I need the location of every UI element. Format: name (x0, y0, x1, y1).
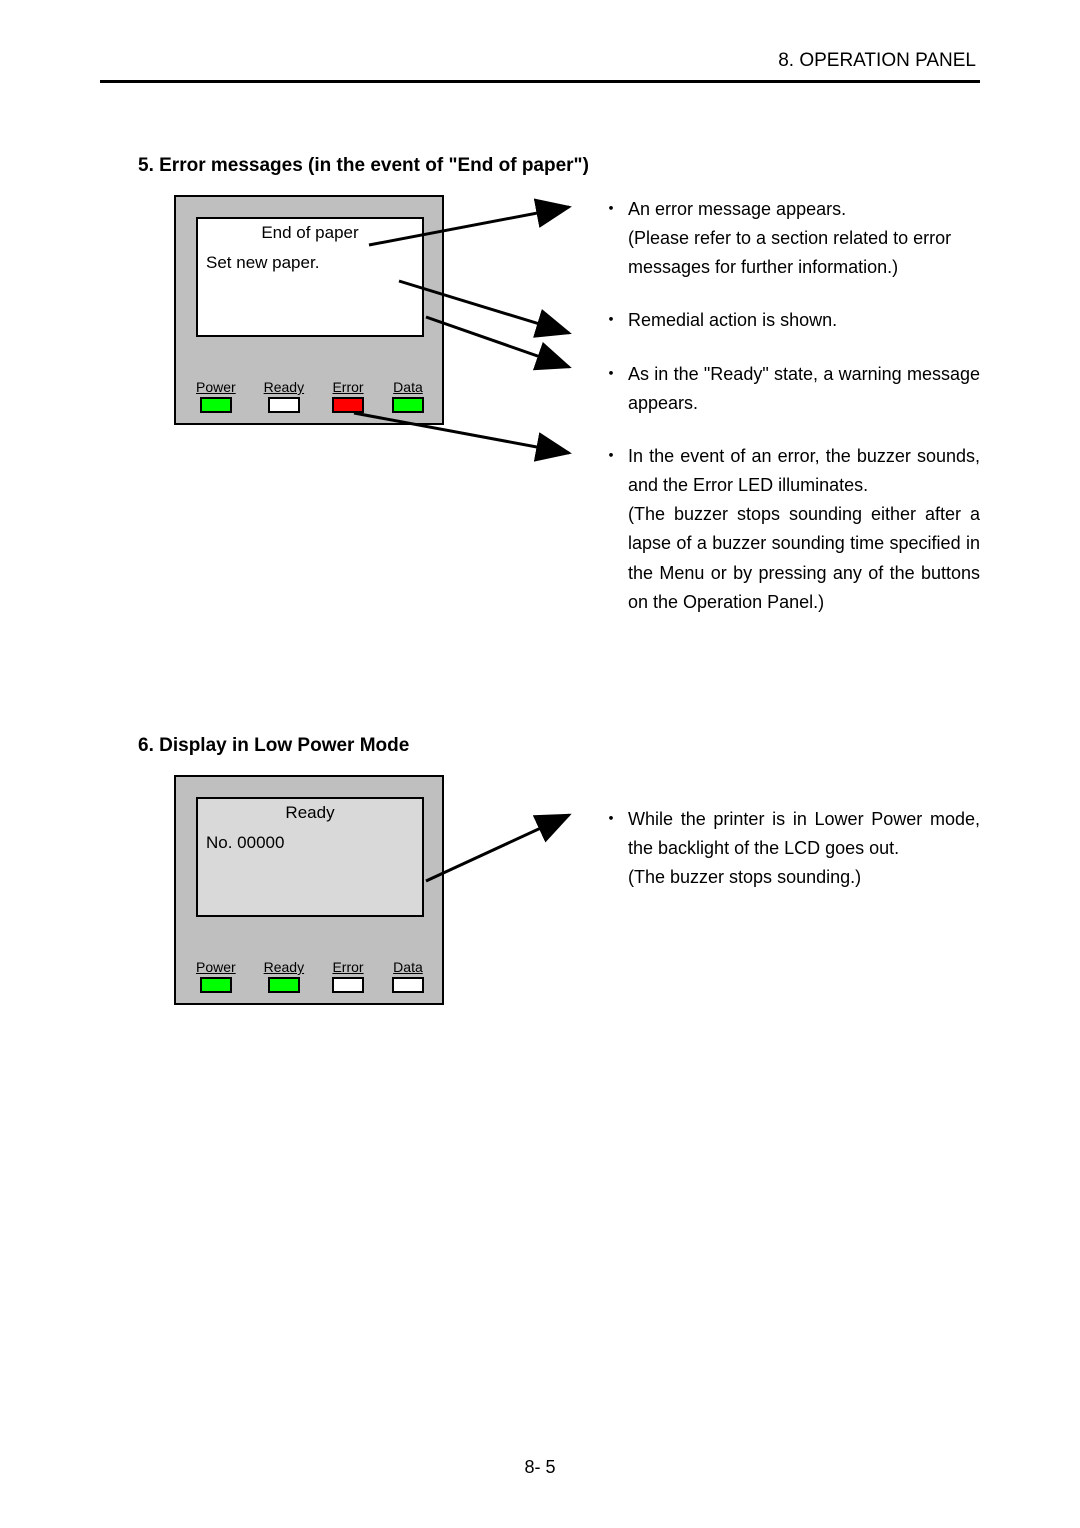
section-5-descriptions: ・ An error message appears. (Please refe… (494, 195, 980, 617)
bullet-dot-icon: ・ (602, 805, 620, 834)
led-error: Error (332, 379, 364, 413)
led-error-indicator (332, 977, 364, 993)
bullet-dot-icon: ・ (602, 195, 620, 224)
lcd-line-1: End of paper (198, 219, 422, 249)
led-data-indicator (392, 397, 424, 413)
led-error-indicator (332, 397, 364, 413)
led-data: Data (392, 379, 424, 413)
section-6-title: 6. Display in Low Power Mode (138, 735, 980, 757)
led-power: Power (196, 959, 236, 993)
section-6-descriptions: ・ While the printer is in Lower Power mo… (494, 775, 980, 892)
led-power-indicator (200, 977, 232, 993)
bullet-5-4: ・ In the event of an error, the buzzer s… (602, 442, 980, 617)
lcd-line-1: Ready (198, 799, 422, 829)
led-ready-indicator (268, 397, 300, 413)
led-ready: Ready (264, 959, 304, 993)
chapter-header: 8. OPERATION PANEL (100, 50, 980, 72)
bullet-5-1: ・ An error message appears. (Please refe… (602, 195, 980, 282)
bullet-dot-icon: ・ (602, 306, 620, 335)
section-5-title: 5. Error messages (in the event of "End … (138, 155, 980, 177)
bullet-dot-icon: ・ (602, 360, 620, 389)
lcd-line-2: No. 00000 (198, 829, 422, 859)
lcd-line-2: Set new paper. (198, 249, 422, 279)
led-ready: Ready (264, 379, 304, 413)
lcd-error: End of paper Set new paper. (196, 217, 424, 337)
lcd-lowpower: Ready No. 00000 (196, 797, 424, 917)
bullet-5-2: ・ Remedial action is shown. (602, 306, 980, 335)
header-rule (100, 80, 980, 83)
lcd-line-3 (198, 859, 422, 915)
operation-panel-error: End of paper Set new paper. Power Ready … (174, 195, 444, 425)
bullet-5-3: ・ As in the "Ready" state, a warning mes… (602, 360, 980, 418)
led-data: Data (392, 959, 424, 993)
operation-panel-lowpower: Ready No. 00000 Power Ready Error (174, 775, 444, 1005)
led-power-indicator (200, 397, 232, 413)
led-row-lowpower: Power Ready Error Data (196, 959, 424, 993)
led-error: Error (332, 959, 364, 993)
led-power: Power (196, 379, 236, 413)
page-number: 8- 5 (0, 1457, 1080, 1478)
page: 8. OPERATION PANEL 5. Error messages (in… (0, 0, 1080, 1528)
led-row-error: Power Ready Error Data (196, 379, 424, 413)
panel-6-column: Ready No. 00000 Power Ready Error (174, 775, 494, 1005)
led-data-indicator (392, 977, 424, 993)
bullet-6-1: ・ While the printer is in Lower Power mo… (602, 805, 980, 892)
bullet-dot-icon: ・ (602, 442, 620, 471)
led-ready-indicator (268, 977, 300, 993)
panel-5-column: End of paper Set new paper. Power Ready … (174, 195, 494, 425)
